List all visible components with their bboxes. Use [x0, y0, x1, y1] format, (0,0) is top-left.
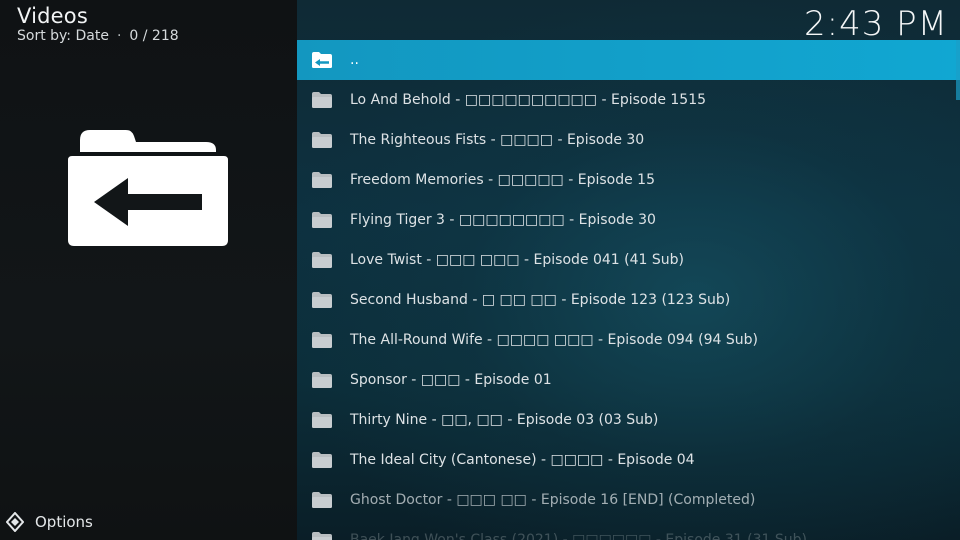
list-item-label: Thirty Nine - □□, □□ - Episode 03 (03 Su…	[350, 412, 659, 428]
list-item-label: Love Twist - □□□ □□□ - Episode 041 (41 S…	[350, 252, 684, 268]
list-item[interactable]: Flying Tiger 3 - □□□□□□□□ - Episode 30	[297, 200, 960, 240]
folder-icon	[311, 531, 333, 540]
list-item[interactable]: The Righteous Fists - □□□□ - Episode 30	[297, 120, 960, 160]
list-item-label: The All-Round Wife - □□□□ □□□ - Episode …	[350, 332, 758, 348]
list-item[interactable]: Ghost Doctor - □□□ □□ - Episode 16 [END]…	[297, 480, 960, 520]
folder-back-icon	[311, 51, 333, 69]
list-item[interactable]: Thirty Nine - □□, □□ - Episode 03 (03 Su…	[297, 400, 960, 440]
scrollbar[interactable]	[956, 40, 960, 100]
list-item-label: Baek Jang Won's Class (2021) - □□□□□□ - …	[350, 532, 807, 540]
options-icon	[6, 512, 24, 532]
folder-icon	[311, 491, 333, 509]
page-title: Videos	[17, 4, 88, 28]
list-item[interactable]: Baek Jang Won's Class (2021) - □□□□□□ - …	[297, 520, 960, 540]
folder-icon	[311, 371, 333, 389]
list-item[interactable]: Sponsor - □□□ - Episode 01	[297, 360, 960, 400]
list-item-label: Flying Tiger 3 - □□□□□□□□ - Episode 30	[350, 212, 656, 228]
list-item-label: ..	[350, 52, 359, 68]
list-item-label: Second Husband - □ □□ □□ - Episode 123 (…	[350, 292, 731, 308]
kodi-video-browser: Videos Sort by: Date · 0 / 218 Options 2:4…	[0, 0, 960, 540]
folder-icon	[311, 171, 333, 189]
folder-back-large-icon	[68, 130, 228, 246]
list-item[interactable]: The All-Round Wife - □□□□ □□□ - Episode …	[297, 320, 960, 360]
sort-info: Sort by: Date · 0 / 218	[17, 28, 179, 44]
folder-icon	[311, 331, 333, 349]
list-item[interactable]: Freedom Memories - □□□□□ - Episode 15	[297, 160, 960, 200]
folder-icon	[311, 411, 333, 429]
list-item-label: Freedom Memories - □□□□□ - Episode 15	[350, 172, 655, 188]
list-item-label: Sponsor - □□□ - Episode 01	[350, 372, 552, 388]
parent-folder-item[interactable]: ..	[297, 40, 960, 80]
options-button[interactable]: Options	[6, 511, 93, 533]
sort-label[interactable]: Sort by: Date	[17, 28, 109, 44]
folder-icon	[311, 451, 333, 469]
file-list: .. Lo And Behold - □□□□□□□□□□ - Episode 1…	[297, 40, 960, 540]
item-count: 0 / 218	[129, 28, 179, 44]
folder-icon	[311, 211, 333, 229]
list-item[interactable]: Love Twist - □□□ □□□ - Episode 041 (41 S…	[297, 240, 960, 280]
folder-icon	[311, 131, 333, 149]
list-item-label: Lo And Behold - □□□□□□□□□□ - Episode 151…	[350, 92, 707, 108]
list-item[interactable]: The Ideal City (Cantonese) - □□□□ - Epis…	[297, 440, 960, 480]
folder-icon	[311, 291, 333, 309]
list-item[interactable]: Second Husband - □ □□ □□ - Episode 123 (…	[297, 280, 960, 320]
list-item-label: The Righteous Fists - □□□□ - Episode 30	[350, 132, 645, 148]
list-item-label: Ghost Doctor - □□□ □□ - Episode 16 [END]…	[350, 492, 756, 508]
folder-icon	[311, 251, 333, 269]
clock: 2:43 PM	[804, 4, 948, 44]
list-item-label: The Ideal City (Cantonese) - □□□□ - Epis…	[350, 452, 695, 468]
separator-dot: ·	[116, 28, 122, 44]
folder-icon	[311, 91, 333, 109]
options-label: Options	[35, 513, 93, 531]
list-item[interactable]: Lo And Behold - □□□□□□□□□□ - Episode 151…	[297, 80, 960, 120]
info-panel: Videos Sort by: Date · 0 / 218 Options	[0, 0, 297, 540]
